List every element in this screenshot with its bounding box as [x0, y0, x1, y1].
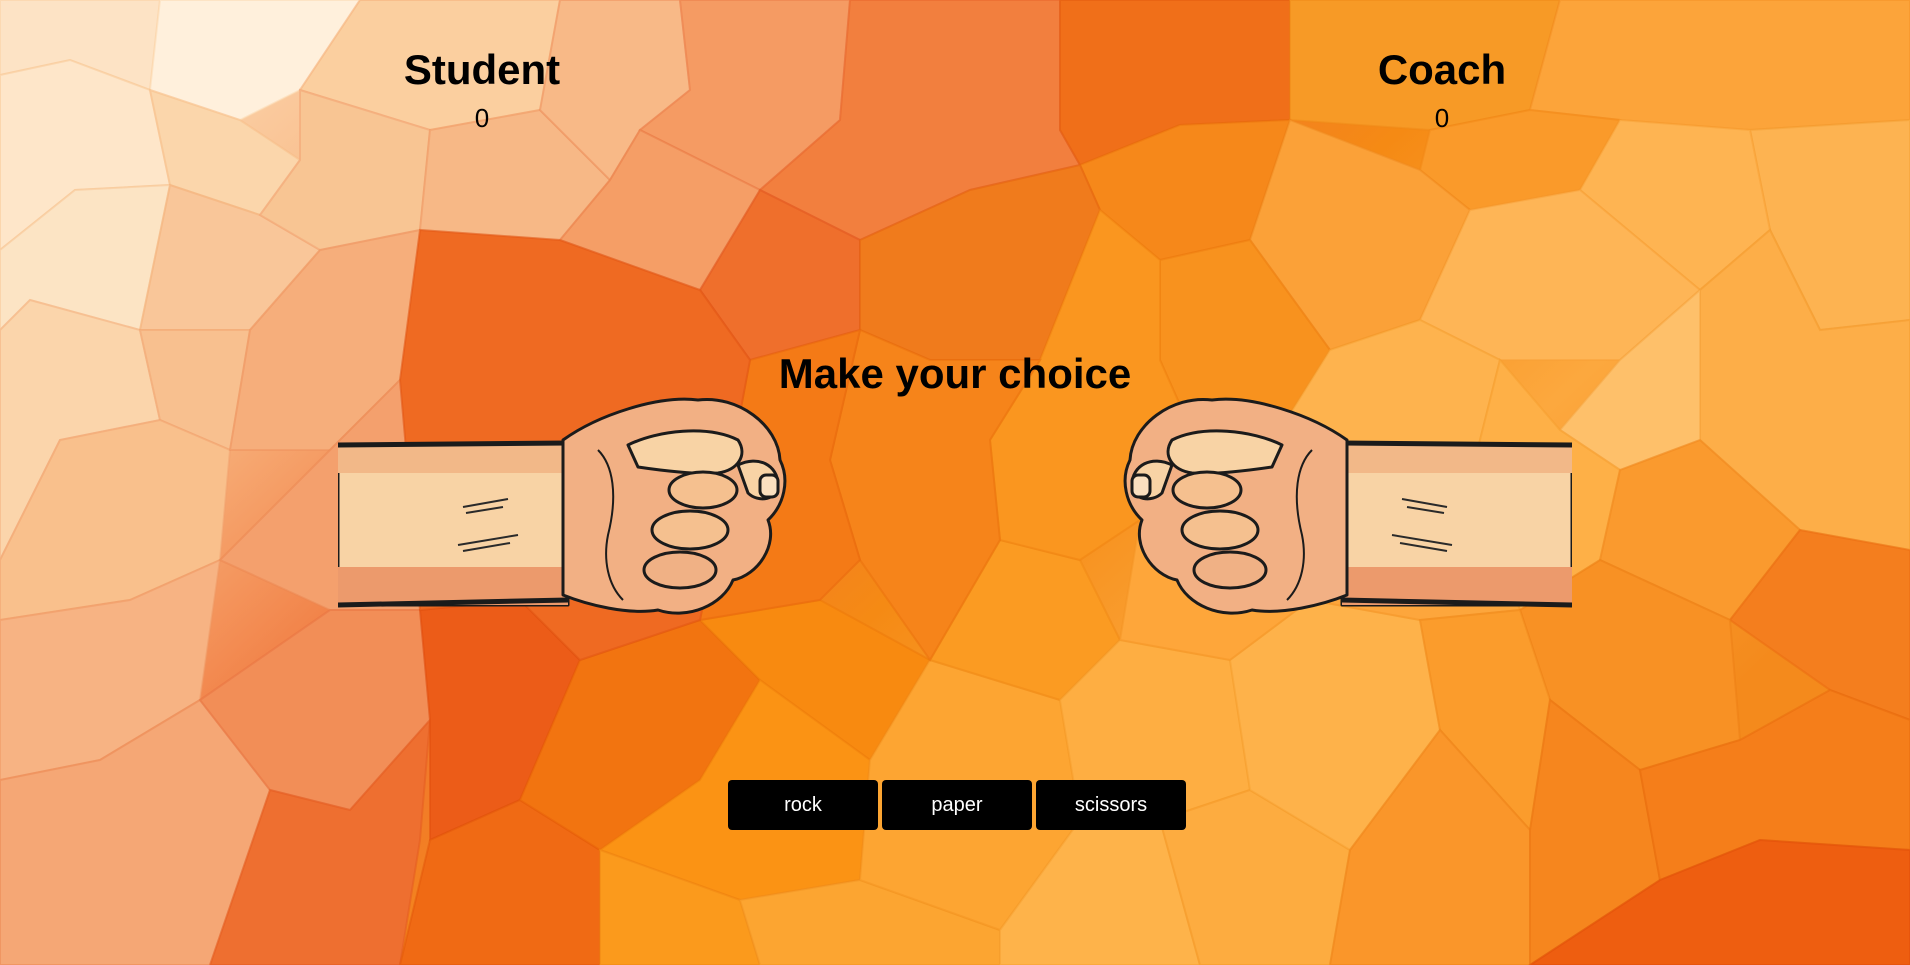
- scissors-button[interactable]: scissors: [1036, 780, 1186, 830]
- choice-prompt: Make your choice: [778, 350, 1132, 397]
- choice-buttons: rock paper scissors: [728, 780, 1186, 830]
- student-scoreboard: Student 0: [322, 44, 642, 134]
- paper-button[interactable]: paper: [882, 780, 1032, 830]
- student-score: 0: [474, 103, 490, 133]
- coach-fist-icon: [1123, 397, 1572, 615]
- coach-score: 0: [1434, 103, 1450, 133]
- coach-scoreboard: Coach 0: [1282, 44, 1602, 134]
- student-name: Student: [403, 46, 561, 93]
- rock-button[interactable]: rock: [728, 780, 878, 830]
- coach-name: Coach: [1377, 46, 1507, 93]
- student-fist-icon: [338, 397, 787, 615]
